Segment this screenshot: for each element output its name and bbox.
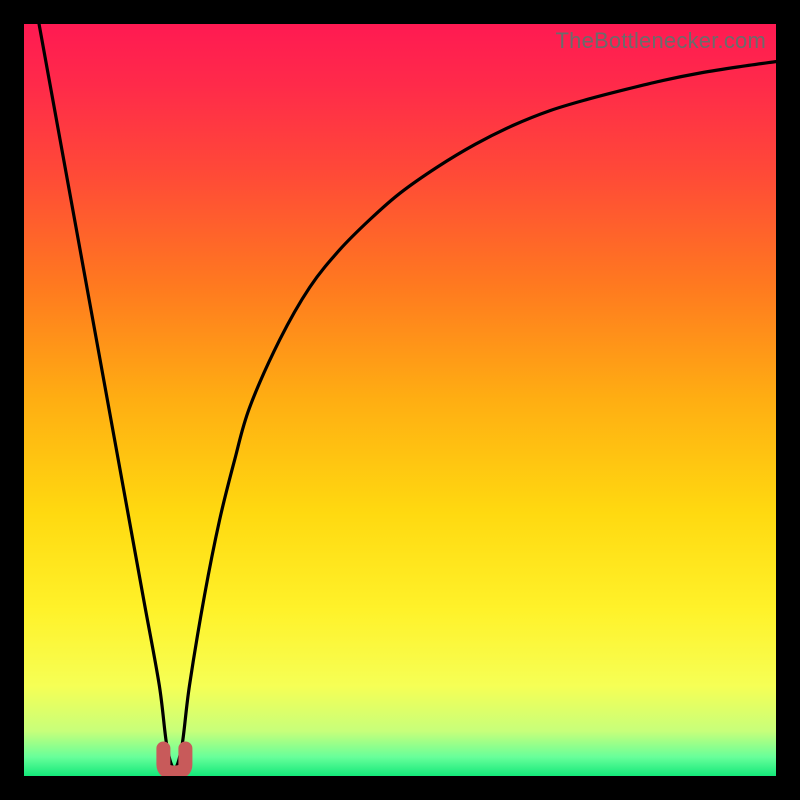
curve-layer [24, 24, 776, 776]
bottleneck-curve [39, 24, 776, 768]
watermark-text: TheBottlenecker.com [556, 28, 766, 54]
chart-frame: TheBottlenecker.com [24, 24, 776, 776]
plot-area: TheBottlenecker.com [24, 24, 776, 776]
min-marker [163, 748, 185, 772]
